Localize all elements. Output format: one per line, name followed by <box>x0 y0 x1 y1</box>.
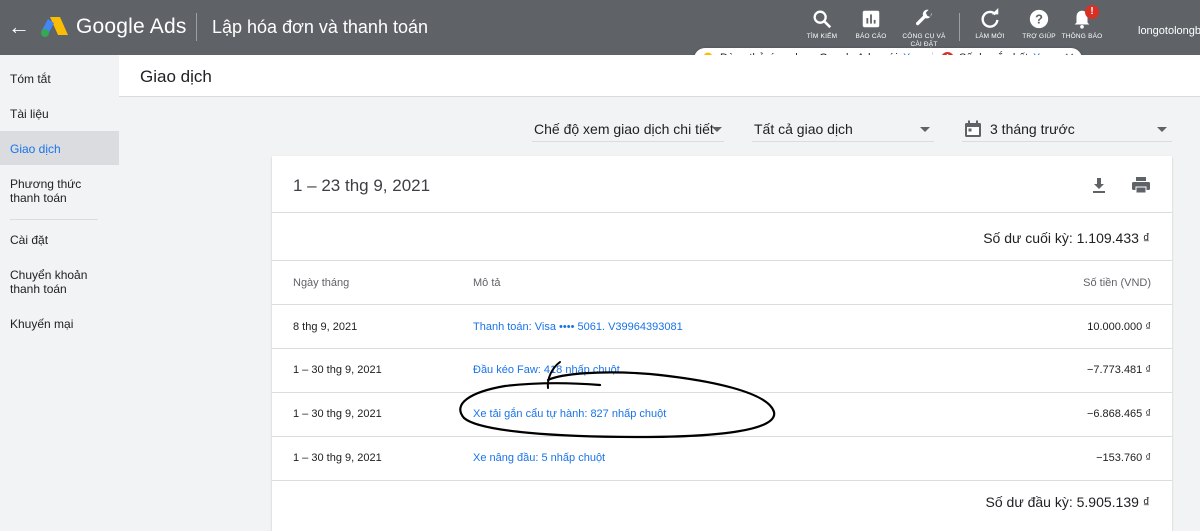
date-range-dropdown[interactable]: 3 tháng trước <box>962 114 1172 142</box>
section-title: Giao dịch <box>140 67 212 86</box>
print-icon[interactable] <box>1131 175 1151 195</box>
row-amount: 10.000.000 ₫ <box>1087 321 1151 333</box>
divider <box>272 348 1172 349</box>
sidebar: Tóm tắt Tài liệu Giao dịch Phương thức t… <box>0 55 119 531</box>
divider <box>272 304 1172 305</box>
account-name[interactable]: longotolongb <box>1138 25 1200 37</box>
brand-name: Google Ads <box>76 15 187 38</box>
transactions-card: 1 – 23 thg 9, 2021 Số dư cuối kỳ: 1.109.… <box>272 156 1172 531</box>
notifications-tool-button[interactable]: ! THÔNG BÁO <box>1057 5 1107 41</box>
calendar-icon <box>965 120 981 137</box>
column-header-date: Ngày tháng <box>293 277 350 289</box>
reports-tool-button[interactable]: BÁO CÁO <box>846 8 896 41</box>
divider <box>272 392 1172 393</box>
dropdown-value: 3 tháng trước <box>990 121 1075 137</box>
sidebar-item-transactions[interactable]: Giao dịch <box>0 131 119 165</box>
tools-settings-button[interactable]: CÔNG CỤ VÀ CÀI ĐẶT <box>899 8 949 49</box>
row-amount: −6.868.465 ₫ <box>1086 408 1151 420</box>
search-tool-button[interactable]: TÌM KIẾM <box>797 8 847 41</box>
view-mode-dropdown[interactable]: Chế độ xem giao dịch chi tiết <box>532 114 724 142</box>
reports-icon <box>862 10 880 28</box>
sidebar-item-transfers[interactable]: Chuyển khoản thanh toán <box>0 268 119 296</box>
row-date: 8 thg 9, 2021 <box>293 321 358 333</box>
page-header: Giao dịch <box>119 55 1200 97</box>
row-amount: −153.760 ₫ <box>1096 452 1151 464</box>
google-ads-logo[interactable] <box>40 15 70 39</box>
refresh-tool-button[interactable]: LÀM MỚI <box>965 8 1015 41</box>
divider <box>272 436 1172 437</box>
divider <box>272 480 1172 481</box>
chevron-down-icon <box>712 127 722 132</box>
divider <box>196 13 197 41</box>
download-icon[interactable] <box>1089 175 1109 195</box>
row-description-link[interactable]: Thanh toán: Visa •••• 5061. V39964393081 <box>473 321 683 333</box>
tool-label: TÌM KIẾM <box>806 33 838 40</box>
row-amount: −7.773.481 ₫ <box>1086 364 1151 376</box>
divider <box>959 13 960 41</box>
row-date: 1 – 30 thg 9, 2021 <box>293 452 382 464</box>
statement-period: 1 – 23 thg 9, 2021 <box>293 176 431 195</box>
divider <box>10 219 98 220</box>
row-date: 1 – 30 thg 9, 2021 <box>293 408 382 420</box>
tool-label: THÔNG BÁO <box>1061 33 1103 40</box>
help-icon: ? <box>1029 9 1049 29</box>
chevron-down-icon <box>1157 127 1167 132</box>
opening-balance: Số dư đầu kỳ: 5.905.139 ₫ <box>985 494 1150 510</box>
back-arrow-icon[interactable]: ← <box>8 14 30 40</box>
search-icon <box>813 10 832 29</box>
svg-text:?: ? <box>1035 12 1043 27</box>
refresh-icon <box>981 8 999 28</box>
page-title: Lập hóa đơn và thanh toán <box>212 17 428 37</box>
notification-badge: ! <box>1085 5 1099 19</box>
top-app-bar: ← Google Ads Lập hóa đơn và thanh toán T… <box>0 0 1200 55</box>
column-header-amount: Số tiền (VND) <box>1083 277 1151 289</box>
closing-balance: Số dư cuối kỳ: 1.109.433 ₫ <box>983 230 1150 246</box>
row-description-link[interactable]: Xe nâng đầu: 5 nhấp chuột <box>473 452 605 464</box>
chevron-down-icon <box>920 127 930 132</box>
wrench-icon <box>915 9 932 26</box>
transaction-type-dropdown[interactable]: Tất cả giao dịch <box>752 114 934 142</box>
dropdown-value: Chế độ xem giao dịch chi tiết <box>534 121 714 137</box>
sidebar-item-payment-methods[interactable]: Phương thức thanh toán <box>0 177 119 205</box>
sidebar-item-summary[interactable]: Tóm tắt <box>0 72 119 86</box>
divider <box>272 212 1172 213</box>
tool-label: BÁO CÁO <box>855 33 887 40</box>
dropdown-value: Tất cả giao dịch <box>754 121 853 137</box>
sidebar-item-documents[interactable]: Tài liệu <box>0 107 119 121</box>
row-description-link[interactable]: Xe tải gắn cẩu tự hành: 827 nhấp chuột <box>473 408 666 420</box>
row-date: 1 – 30 thg 9, 2021 <box>293 364 382 376</box>
sidebar-item-promotions[interactable]: Khuyến mại <box>0 317 119 331</box>
divider <box>272 260 1172 261</box>
row-description-link[interactable]: Đầu kéo Faw: 418 nhấp chuột <box>473 364 620 376</box>
tool-label: LÀM MỚI <box>975 33 1005 40</box>
tool-label: CÔNG CỤ VÀ CÀI ĐẶT <box>902 33 946 48</box>
sidebar-item-settings[interactable]: Cài đặt <box>0 233 119 247</box>
column-header-description: Mô tả <box>473 277 501 289</box>
